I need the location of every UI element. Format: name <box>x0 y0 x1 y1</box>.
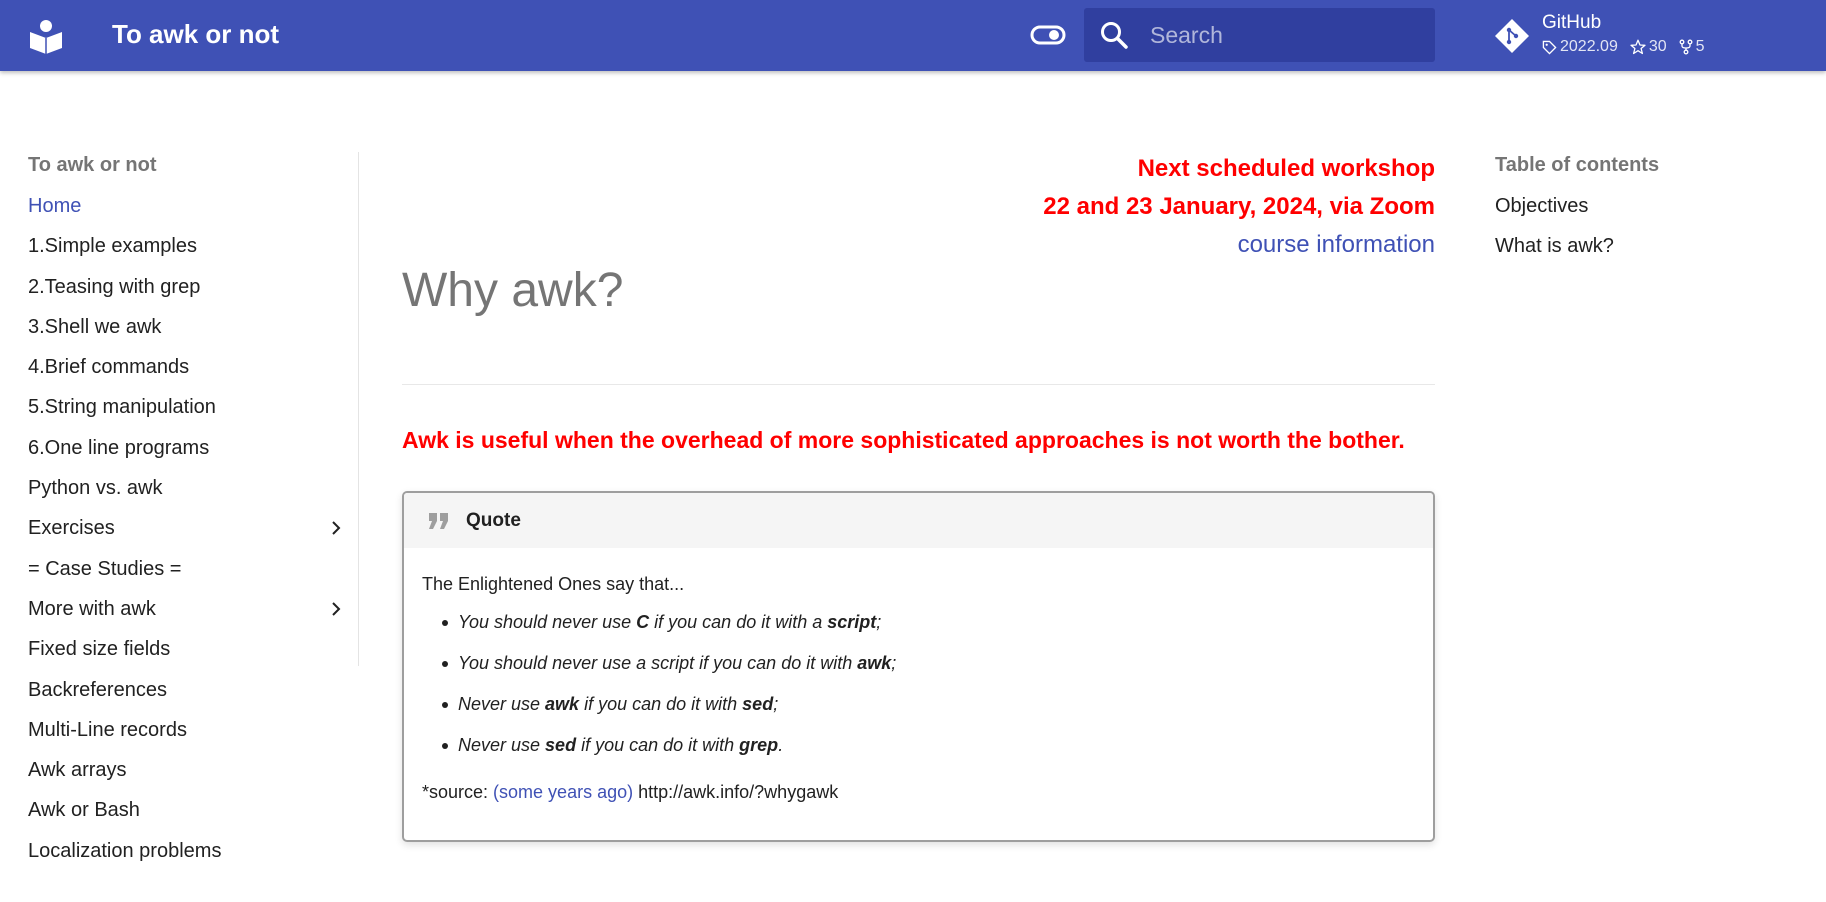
nav-item-teasing-with-grep[interactable]: 2.Teasing with grep <box>28 273 358 313</box>
quote-list: You should never use C if you can do it … <box>440 609 1415 773</box>
quote-emphasis: grep <box>739 735 779 755</box>
source-prefix: *source: <box>422 782 494 802</box>
repo-stars-count: 30 <box>1648 38 1667 55</box>
quote-text: if you can do it with <box>576 735 740 755</box>
nav-item-exercises-label: Exercises <box>28 517 115 540</box>
quote-text: ; <box>876 612 882 632</box>
quote-emphasis: awk <box>545 694 580 714</box>
quote-text: You should never use a script if you can… <box>458 653 858 673</box>
quote-list-item: Never use sed if you can do it with grep… <box>440 732 1415 773</box>
nav-item-string-manipulation[interactable]: 5.String manipulation <box>28 393 358 433</box>
nav-item-fixed-size-fields[interactable]: Fixed size fields <box>28 635 358 675</box>
nav-item-localization-problems[interactable]: Localization problems <box>28 837 358 877</box>
repo-version-value: 2022.09 <box>1560 38 1618 55</box>
quote-intro: The Enlightened Ones say that... <box>422 574 685 594</box>
nav-item-python-vs-awk[interactable]: Python vs. awk <box>28 474 358 514</box>
quote-body: The Enlightened Ones say that... You sho… <box>404 548 1433 805</box>
toc-item-what-is-awk[interactable]: What is awk? <box>1495 232 1795 272</box>
nav-item-brief-commands[interactable]: 4.Brief commands <box>28 353 358 393</box>
nav-item-case-studies[interactable]: = Case Studies = <box>28 555 358 595</box>
search-icon <box>1101 22 1128 49</box>
repo-facts: 2022.09 30 5 <box>1542 38 1717 56</box>
quote-icon <box>429 513 448 529</box>
quote-emphasis: awk <box>857 653 892 673</box>
book-logo-icon[interactable] <box>28 18 64 54</box>
quote-emphasis: C <box>636 612 650 632</box>
source-link[interactable]: (some years ago) <box>493 782 633 802</box>
tag-icon <box>1542 40 1557 55</box>
repo-stars: 30 <box>1630 38 1667 56</box>
repo-forks-count: 5 <box>1695 38 1705 55</box>
nav-item-backreferences[interactable]: Backreferences <box>28 676 358 716</box>
quote-emphasis: script <box>827 612 877 632</box>
nav-item-one-line-programs[interactable]: 6.One line programs <box>28 434 358 474</box>
top-header: To awk or not GitHub 2022.09 30 <box>0 0 1826 71</box>
nav-item-multi-line-records[interactable]: Multi-Line records <box>28 716 358 756</box>
table-of-contents: Table of contents Objectives What is awk… <box>1495 152 1795 273</box>
star-icon <box>1630 39 1646 55</box>
quote-text: if you can do it with a <box>649 612 828 632</box>
nav-item-awk-or-bash[interactable]: Awk or Bash <box>28 796 358 836</box>
chevron-right-icon[interactable] <box>328 520 344 536</box>
quote-list-item: You should never use C if you can do it … <box>440 609 1415 650</box>
quote-list-item: Never use awk if you can do it with sed; <box>440 691 1415 732</box>
search-box[interactable] <box>1084 8 1435 62</box>
nav-item-simple-examples[interactable]: 1.Simple examples <box>28 232 358 272</box>
page-title: Why awk? <box>402 264 624 317</box>
quote-text: . <box>778 735 784 755</box>
search-input[interactable] <box>1150 8 1420 62</box>
toc-item-objectives[interactable]: Objectives <box>1495 192 1795 232</box>
quote-text: You should never use <box>458 612 637 632</box>
nav-item-home[interactable]: Home <box>28 192 358 232</box>
workshop-announcement: Next scheduled workshop 22 and 23 Januar… <box>900 150 1435 264</box>
repo-forks: 5 <box>1679 38 1705 56</box>
nav-item-exercises[interactable]: Exercises <box>28 514 358 554</box>
nav-item-more-with-awk[interactable]: More with awk <box>28 595 358 635</box>
nav-item-awk-arrays[interactable]: Awk arrays <box>28 756 358 796</box>
quote-text: if you can do it with <box>579 694 743 714</box>
title-divider <box>402 384 1435 385</box>
nav-item-shell-we-awk[interactable]: 3.Shell we awk <box>28 313 358 353</box>
repo-source-link[interactable]: GitHub 2022.09 30 5 <box>1494 10 1744 62</box>
announcement-heading: Next scheduled workshop <box>1137 155 1435 182</box>
quote-source: *source: (some years ago) http://awk.inf… <box>422 779 1415 805</box>
repo-name: GitHub <box>1542 12 1602 33</box>
source-url: http://awk.info/?whygawk <box>633 782 839 802</box>
theme-toggle-icon[interactable] <box>1030 23 1066 47</box>
toc-title: Table of contents <box>1495 154 1660 176</box>
git-icon <box>1495 19 1529 53</box>
nav-item-more-with-awk-label: More with awk <box>28 597 156 620</box>
announcement-dates: 22 and 23 January, 2024, via Zoom <box>1043 193 1435 220</box>
course-information-link[interactable]: course information <box>900 226 1435 264</box>
nav-title: To awk or not <box>28 154 157 176</box>
quote-emphasis: sed <box>545 735 577 755</box>
quote-text: ; <box>773 694 779 714</box>
site-title[interactable]: To awk or not <box>112 19 279 50</box>
quote-text: Never use <box>458 694 546 714</box>
quote-label: Quote <box>466 510 521 531</box>
quote-admonition: Quote The Enlightened Ones say that... Y… <box>402 491 1435 842</box>
chevron-right-icon[interactable] <box>328 601 344 617</box>
sidebar-divider <box>358 152 359 666</box>
quote-list-item: You should never use a script if you can… <box>440 650 1415 691</box>
quote-text: Never use <box>458 735 546 755</box>
fork-icon <box>1679 39 1693 55</box>
sidebar-nav: To awk or not Home 1.Simple examples 2.T… <box>28 152 358 877</box>
quote-text: ; <box>891 653 897 673</box>
quote-emphasis: sed <box>742 694 774 714</box>
quote-header: Quote <box>404 493 1433 548</box>
lead-statement: Awk is useful when the overhead of more … <box>402 427 1405 453</box>
repo-version: 2022.09 <box>1542 38 1618 56</box>
